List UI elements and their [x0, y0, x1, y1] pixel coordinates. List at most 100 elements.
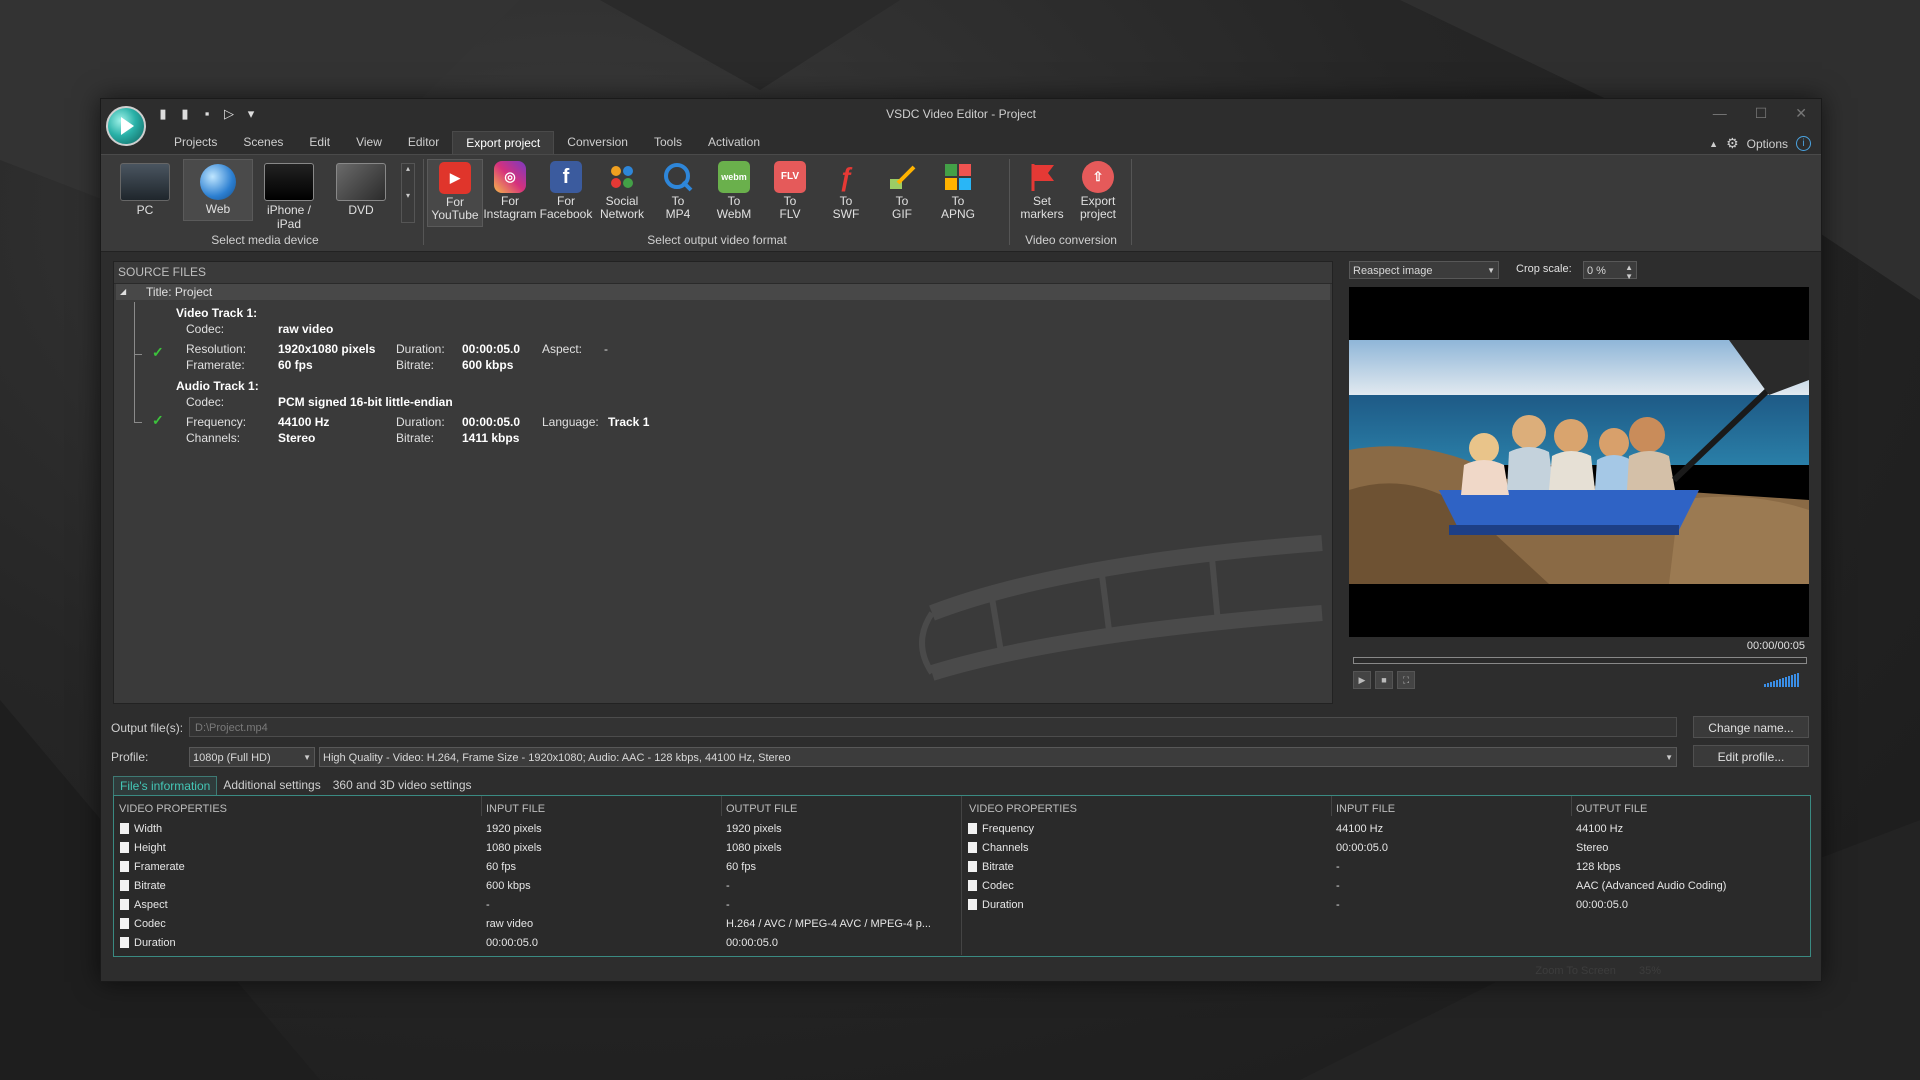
instagram-icon: ◎: [494, 161, 526, 193]
preview-mode-select[interactable]: Reaspect image ▼: [1349, 261, 1499, 279]
output-file-label: Output file(s):: [111, 721, 184, 735]
timecode: 00:00/00:05: [1746, 640, 1805, 652]
to-flv-button[interactable]: FLV To FLV: [763, 159, 817, 225]
seek-bar[interactable]: [1353, 657, 1807, 664]
tab-scenes[interactable]: Scenes: [230, 131, 296, 153]
swf-icon: ƒ: [838, 162, 854, 192]
tab-edit[interactable]: Edit: [296, 131, 343, 153]
info-icon[interactable]: i: [1796, 136, 1811, 151]
gif-icon: [886, 161, 918, 193]
document-icon: [968, 861, 977, 872]
tree-line: [134, 422, 142, 423]
project-title: Title: Project: [146, 285, 213, 299]
for-facebook-button[interactable]: f For Facebook: [539, 159, 593, 225]
set-markers-button[interactable]: Set markers: [1015, 159, 1069, 225]
to-swf-button[interactable]: ƒ To SWF: [819, 159, 873, 225]
to-webm-button[interactable]: webm To WebM: [707, 159, 761, 225]
input-value: 00:00:05.0: [486, 937, 538, 949]
audio-language-label: Language:: [542, 415, 599, 429]
table-row[interactable]: Width 1920 pixels 1920 pixels: [114, 820, 960, 839]
to-mp4-button[interactable]: To MP4: [651, 159, 705, 225]
maximize-button[interactable]: ☐: [1755, 105, 1768, 122]
device-pc-button[interactable]: PC: [111, 159, 179, 219]
video-preview: [1349, 287, 1809, 637]
minimize-button[interactable]: —: [1713, 105, 1727, 122]
tab-files-information[interactable]: File's information: [113, 776, 218, 796]
video-codec-label: Codec:: [186, 322, 225, 336]
audio-bitrate-label: Bitrate:: [396, 431, 435, 445]
tab-view[interactable]: View: [343, 131, 395, 153]
stop-button[interactable]: ■: [1375, 671, 1393, 689]
video-track-check-icon[interactable]: ✓: [152, 344, 164, 361]
device-group: PC Web iPhone / iPad DVD ▴ ▾ Select media…: [109, 155, 421, 251]
export-project-button[interactable]: ⇧ Export project: [1071, 159, 1125, 225]
social-network-button[interactable]: Social Network: [595, 159, 649, 225]
for-youtube-button[interactable]: ▶ For YouTube: [427, 159, 483, 227]
gear-icon[interactable]: ⚙: [1726, 135, 1739, 152]
play-button[interactable]: ▶: [1353, 671, 1371, 689]
table-row[interactable]: Height 1080 pixels 1080 pixels: [114, 839, 960, 858]
device-iphone-label: iPhone / iPad: [266, 203, 312, 231]
audio-output-header: OUTPUT FILE: [1576, 803, 1648, 815]
audio-track-check-icon[interactable]: ✓: [152, 412, 164, 429]
close-button[interactable]: ✕: [1795, 105, 1807, 122]
output-file-field[interactable]: D:\Project.mp4: [189, 717, 1677, 737]
property-name: Bitrate: [134, 880, 166, 892]
input-value: -: [1336, 880, 1340, 892]
audio-duration-value: 00:00:05.0: [462, 415, 521, 429]
ribbon-separator: [1131, 159, 1132, 245]
profile-description-select[interactable]: High Quality - Video: H.264, Frame Size …: [319, 747, 1677, 767]
table-row[interactable]: Frequency 44100 Hz 44100 Hz: [962, 820, 1808, 839]
spinner-icon[interactable]: ▲ ▼: [1625, 263, 1633, 281]
audio-channels-value: Stereo: [278, 431, 316, 445]
device-iphone-button[interactable]: iPhone / iPad: [255, 159, 323, 231]
table-row[interactable]: Duration 00:00:05.0 00:00:05.0: [114, 934, 960, 953]
table-row[interactable]: Codec raw video H.264 / AVC / MPEG-4 AVC…: [114, 915, 960, 934]
for-instagram-button[interactable]: ◎ For Instagram: [483, 159, 537, 225]
table-row[interactable]: Framerate 60 fps 60 fps: [114, 858, 960, 877]
audio-properties-header: VIDEO PROPERTIES: [969, 803, 1077, 815]
table-row[interactable]: Codec - AAC (Advanced Audio Coding): [962, 877, 1808, 896]
collapse-icon[interactable]: ◢: [120, 287, 126, 296]
to-apng-button[interactable]: To APNG: [931, 159, 985, 225]
app-window: ▮ ▮ ▪ ▷ ▾ VSDC Video Editor - Project — …: [100, 98, 1822, 982]
audio-frequency-value: 44100 Hz: [278, 415, 330, 429]
tab-activation[interactable]: Activation: [695, 131, 773, 153]
to-gif-button[interactable]: To GIF: [875, 159, 929, 225]
youtube-icon: ▶: [439, 162, 471, 194]
table-row[interactable]: Aspect - -: [114, 896, 960, 915]
tab-export-project[interactable]: Export project: [452, 131, 555, 154]
table-row[interactable]: Channels 00:00:05.0 Stereo: [962, 839, 1808, 858]
tab-360-3d-settings[interactable]: 360 and 3D video settings: [327, 776, 478, 795]
document-icon: [120, 861, 129, 872]
device-web-button[interactable]: Web: [183, 159, 253, 221]
project-tree-row[interactable]: ◢ Title: Project: [116, 284, 1330, 300]
input-value: -: [1336, 861, 1340, 873]
device-dvd-button[interactable]: DVD: [327, 159, 395, 219]
options-button[interactable]: Options: [1747, 137, 1788, 151]
tab-additional-settings[interactable]: Additional settings: [217, 776, 326, 795]
tab-conversion[interactable]: Conversion: [554, 131, 641, 153]
export-icon: ⇧: [1082, 161, 1114, 193]
tab-tools[interactable]: Tools: [641, 131, 695, 153]
volume-icon[interactable]: [1764, 673, 1799, 687]
table-row[interactable]: Bitrate - 128 kbps: [962, 858, 1808, 877]
table-row[interactable]: Bitrate 600 kbps -: [114, 877, 960, 896]
change-name-button[interactable]: Change name...: [1693, 716, 1809, 738]
tab-projects[interactable]: Projects: [161, 131, 230, 153]
dvd-icon: [336, 163, 386, 201]
device-scroll[interactable]: ▴ ▾: [401, 163, 415, 223]
collapse-ribbon-icon[interactable]: ▲: [1709, 139, 1718, 149]
profile-select[interactable]: 1080p (Full HD) ▼: [189, 747, 315, 767]
audio-track-heading: Audio Track 1:: [176, 379, 259, 393]
video-framerate-label: Framerate:: [186, 358, 245, 372]
crop-scale-input[interactable]: 0 % ▲ ▼: [1583, 261, 1637, 281]
document-icon: [120, 842, 129, 853]
chevron-down-icon: ▼: [1487, 266, 1495, 275]
input-value: 1080 pixels: [486, 842, 542, 854]
zoom-label[interactable]: Zoom To Screen: [1535, 965, 1616, 977]
fullscreen-button[interactable]: ⛶: [1397, 671, 1415, 689]
edit-profile-button[interactable]: Edit profile...: [1693, 745, 1809, 767]
tab-editor[interactable]: Editor: [395, 131, 452, 153]
table-row[interactable]: Duration - 00:00:05.0: [962, 896, 1808, 915]
